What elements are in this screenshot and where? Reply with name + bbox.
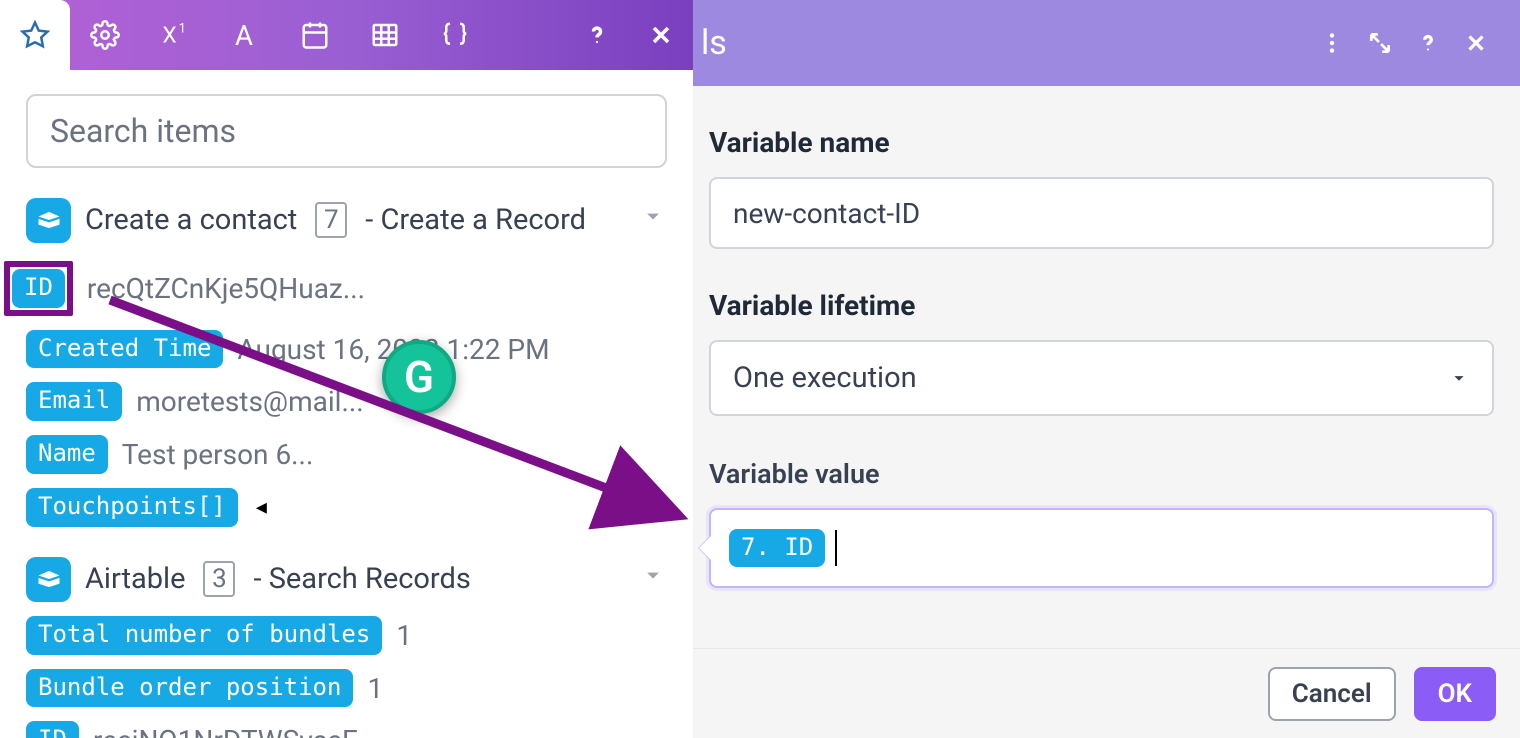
help-button[interactable] <box>1404 19 1452 67</box>
tab-strip: X1 A <box>0 0 693 70</box>
field-pill[interactable]: Total number of bundles <box>26 616 382 655</box>
field-value: 1 <box>367 672 383 705</box>
tab-braces[interactable] <box>420 0 490 70</box>
variable-icon: X1 <box>160 20 190 50</box>
module-number: 3 <box>203 561 235 597</box>
braces-icon <box>440 20 470 50</box>
field-pill[interactable]: Touchpoints[] <box>26 488 238 527</box>
field-touchpoints[interactable]: Touchpoints[] ◂ <box>26 488 667 527</box>
gear-icon <box>90 20 120 50</box>
grammarly-badge[interactable]: G <box>382 340 456 414</box>
table-icon <box>370 20 400 50</box>
field-pill-id[interactable]: ID <box>12 269 65 308</box>
data-picker-panel: X1 A <box>0 0 693 738</box>
field-pill[interactable]: Created Time <box>26 330 223 369</box>
field-value: 1 <box>396 619 412 652</box>
star-icon <box>20 20 50 50</box>
field-bundle-order[interactable]: Bundle order position 1 <box>26 669 667 708</box>
cancel-button[interactable]: Cancel <box>1268 667 1396 721</box>
airtable-icon <box>26 198 71 243</box>
kebab-icon <box>1319 30 1345 56</box>
editor-header: ls <box>693 0 1520 86</box>
svg-text:X: X <box>163 22 177 48</box>
tab-variable[interactable]: X1 <box>140 0 210 70</box>
field-pill[interactable]: Email <box>26 382 122 421</box>
field-total-bundles[interactable]: Total number of bundles 1 <box>26 616 667 655</box>
svg-text:A: A <box>235 20 253 50</box>
close-panel-button[interactable] <box>629 0 693 70</box>
variable-value-input[interactable]: 7. ID <box>709 508 1494 588</box>
help-button[interactable] <box>565 0 629 70</box>
calendar-icon <box>300 20 330 50</box>
field-created-time[interactable]: Created Time August 16, 2022 1:22 PM <box>26 330 667 369</box>
module-create-contact: Create a contact 7 - Create a Record ID … <box>26 198 667 527</box>
field-id[interactable]: ID recQtZCnKje5QHuaz... <box>4 261 667 316</box>
variable-value-label: Variable value <box>709 458 1494 490</box>
module-title-prefix: Airtable <box>85 562 185 596</box>
variable-editor-panel: ls Variable name Variable lifetime One e… <box>693 0 1520 738</box>
module-title-suffix: - Create a Record <box>365 203 586 237</box>
variable-lifetime-select[interactable]: One execution <box>709 340 1494 416</box>
field-pill[interactable]: ID <box>26 721 79 738</box>
field-email[interactable]: Email moretests@mail... <box>26 382 667 421</box>
expand-icon <box>1367 30 1393 56</box>
search-input[interactable] <box>26 94 667 168</box>
module-number: 7 <box>315 202 347 238</box>
variable-name-label: Variable name <box>709 126 1494 159</box>
editor-footer: Cancel OK <box>693 648 1520 738</box>
text-icon: A <box>230 20 260 50</box>
module-airtable-search: Airtable 3 - Search Records Total number… <box>26 557 667 738</box>
field-pill[interactable]: Bundle order position <box>26 669 353 708</box>
tab-table[interactable] <box>350 0 420 70</box>
value-chip[interactable]: 7. ID <box>729 529 825 568</box>
airtable-icon <box>26 557 71 602</box>
field-name[interactable]: Name Test person 6... <box>26 435 667 474</box>
variable-name-input[interactable] <box>709 177 1494 249</box>
field-value: moretests@mail... <box>136 385 363 418</box>
header-title-fragment: ls <box>701 23 727 63</box>
chevron-down-icon <box>639 561 667 597</box>
help-icon <box>1415 30 1441 56</box>
close-button[interactable] <box>1452 19 1500 67</box>
module-header[interactable]: Create a contact 7 - Create a Record <box>26 198 667 243</box>
tab-star[interactable] <box>0 0 70 70</box>
highlight-box: ID <box>4 261 73 316</box>
help-icon <box>583 21 611 49</box>
select-value: One execution <box>733 361 917 395</box>
chevron-down-icon <box>1448 367 1470 389</box>
expand-button[interactable] <box>1356 19 1404 67</box>
field-value: reciNQ1NrDTWSvscE... <box>93 724 380 738</box>
tab-text[interactable]: A <box>210 0 280 70</box>
close-icon <box>1463 30 1489 56</box>
svg-text:1: 1 <box>179 21 186 36</box>
field-pill[interactable]: Name <box>26 435 108 474</box>
tab-date[interactable] <box>280 0 350 70</box>
field-value: Test person 6... <box>122 438 314 471</box>
module-title-prefix: Create a contact <box>85 203 297 237</box>
close-icon <box>647 21 675 49</box>
grammarly-icon: G <box>404 351 434 403</box>
module-title-suffix: - Search Records <box>253 562 470 596</box>
kebab-menu-button[interactable] <box>1308 19 1356 67</box>
variable-lifetime-label: Variable lifetime <box>709 289 1494 322</box>
collapse-arrow-icon: ◂ <box>256 495 267 520</box>
ok-button[interactable]: OK <box>1414 667 1496 721</box>
text-cursor <box>835 530 837 566</box>
chevron-down-icon <box>639 202 667 238</box>
field-id[interactable]: ID reciNQ1NrDTWSvscE... <box>26 721 667 738</box>
module-header[interactable]: Airtable 3 - Search Records <box>26 557 667 602</box>
field-value: recQtZCnKje5QHuaz... <box>87 272 365 305</box>
tab-gear[interactable] <box>70 0 140 70</box>
